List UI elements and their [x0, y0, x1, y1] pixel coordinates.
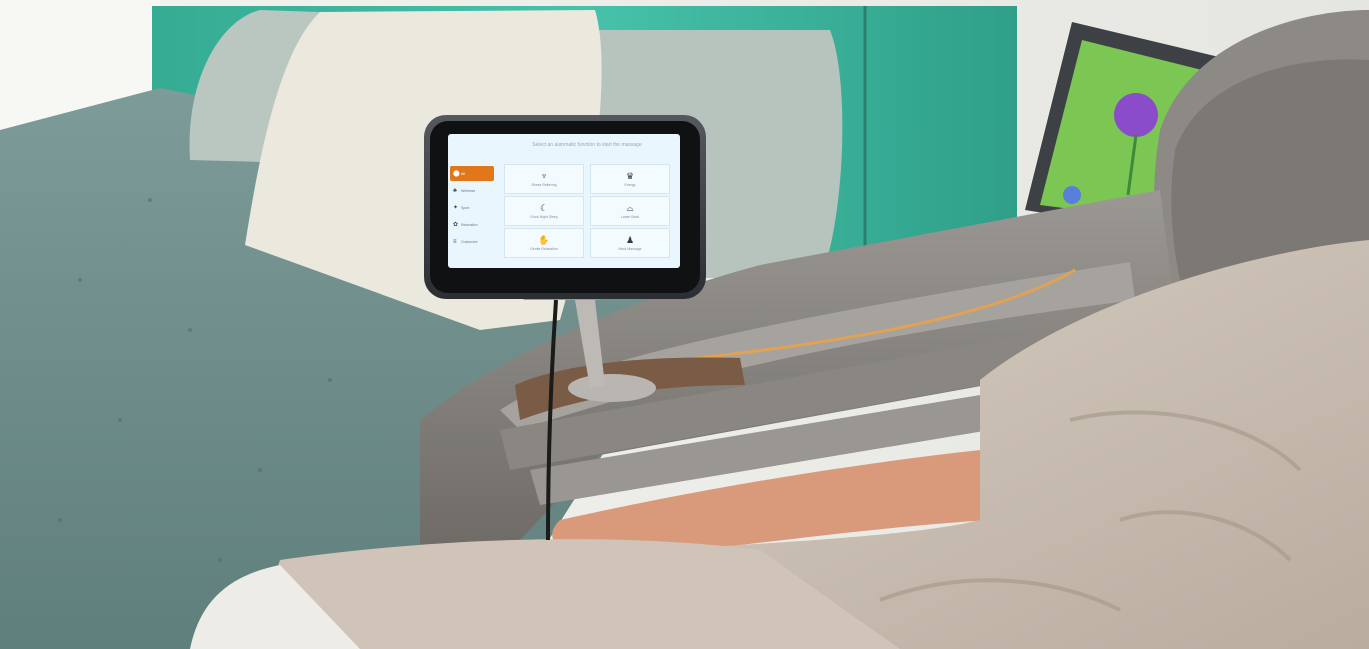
program-tile-stress-relieving[interactable]: ♆ Stress Relieving	[504, 164, 584, 194]
menu-item-label: Relaxation	[461, 222, 478, 227]
hands-icon: ✋	[538, 235, 550, 245]
program-tile-lower-back[interactable]: ⌓ Lower Back	[590, 196, 670, 226]
sliders-icon: ≡	[453, 238, 457, 245]
program-label: Gentle Relaxation	[530, 247, 558, 251]
program-label: Neck Massage	[618, 247, 642, 251]
menu-item-sport[interactable]: ✦ Sport	[450, 200, 494, 215]
neck-icon: ♟	[625, 235, 635, 245]
menu-item-relaxation[interactable]: ✿ Relaxation	[450, 217, 494, 232]
tablet-screen: Select an automatic function to start th…	[448, 134, 680, 268]
menu-item-label: Sport	[461, 205, 470, 210]
energy-person-icon: ♛	[625, 171, 635, 181]
menu-item-customize[interactable]: ≡ Customize	[450, 234, 494, 249]
screen-title: Select an automatic function to start th…	[532, 142, 642, 148]
menu-item-all[interactable]: ⬤ All	[450, 166, 494, 181]
program-grid: ♆ Stress Relieving ♛ Energy ☾ Good Night…	[504, 164, 674, 260]
lotus-icon: ✿	[453, 221, 459, 228]
program-tile-energy[interactable]: ♛ Energy	[590, 164, 670, 194]
program-label: Good Night Sleep	[530, 215, 558, 219]
scene-illustration	[0, 0, 1369, 649]
leaf-icon: ♣	[453, 187, 457, 194]
program-label: Energy	[624, 183, 636, 187]
chair-icon: ⬤	[453, 170, 460, 177]
program-tile-good-night-sleep[interactable]: ☾ Good Night Sleep	[504, 196, 584, 226]
menu-item-label: Wellness	[461, 188, 476, 193]
category-menu: ⬤ All ♣ Wellness ✦ Sport ✿ Relaxation ≡ …	[450, 166, 494, 251]
menu-item-label: Customize	[461, 239, 478, 244]
program-label: Lower Back	[620, 215, 640, 219]
program-label: Stress Relieving	[531, 183, 557, 187]
person-stretch-icon: ♆	[540, 171, 548, 181]
massage-chair-scene: Select an automatic function to start th…	[0, 0, 1369, 649]
runner-icon: ✦	[453, 204, 459, 211]
moon-icon: ☾	[539, 203, 549, 213]
menu-item-label: All	[461, 171, 465, 176]
program-tile-gentle-relaxation[interactable]: ✋ Gentle Relaxation	[504, 228, 584, 258]
program-tile-neck-massage[interactable]: ♟ Neck Massage	[590, 228, 670, 258]
menu-item-wellness[interactable]: ♣ Wellness	[450, 183, 494, 198]
lying-person-icon: ⌓	[626, 203, 634, 213]
